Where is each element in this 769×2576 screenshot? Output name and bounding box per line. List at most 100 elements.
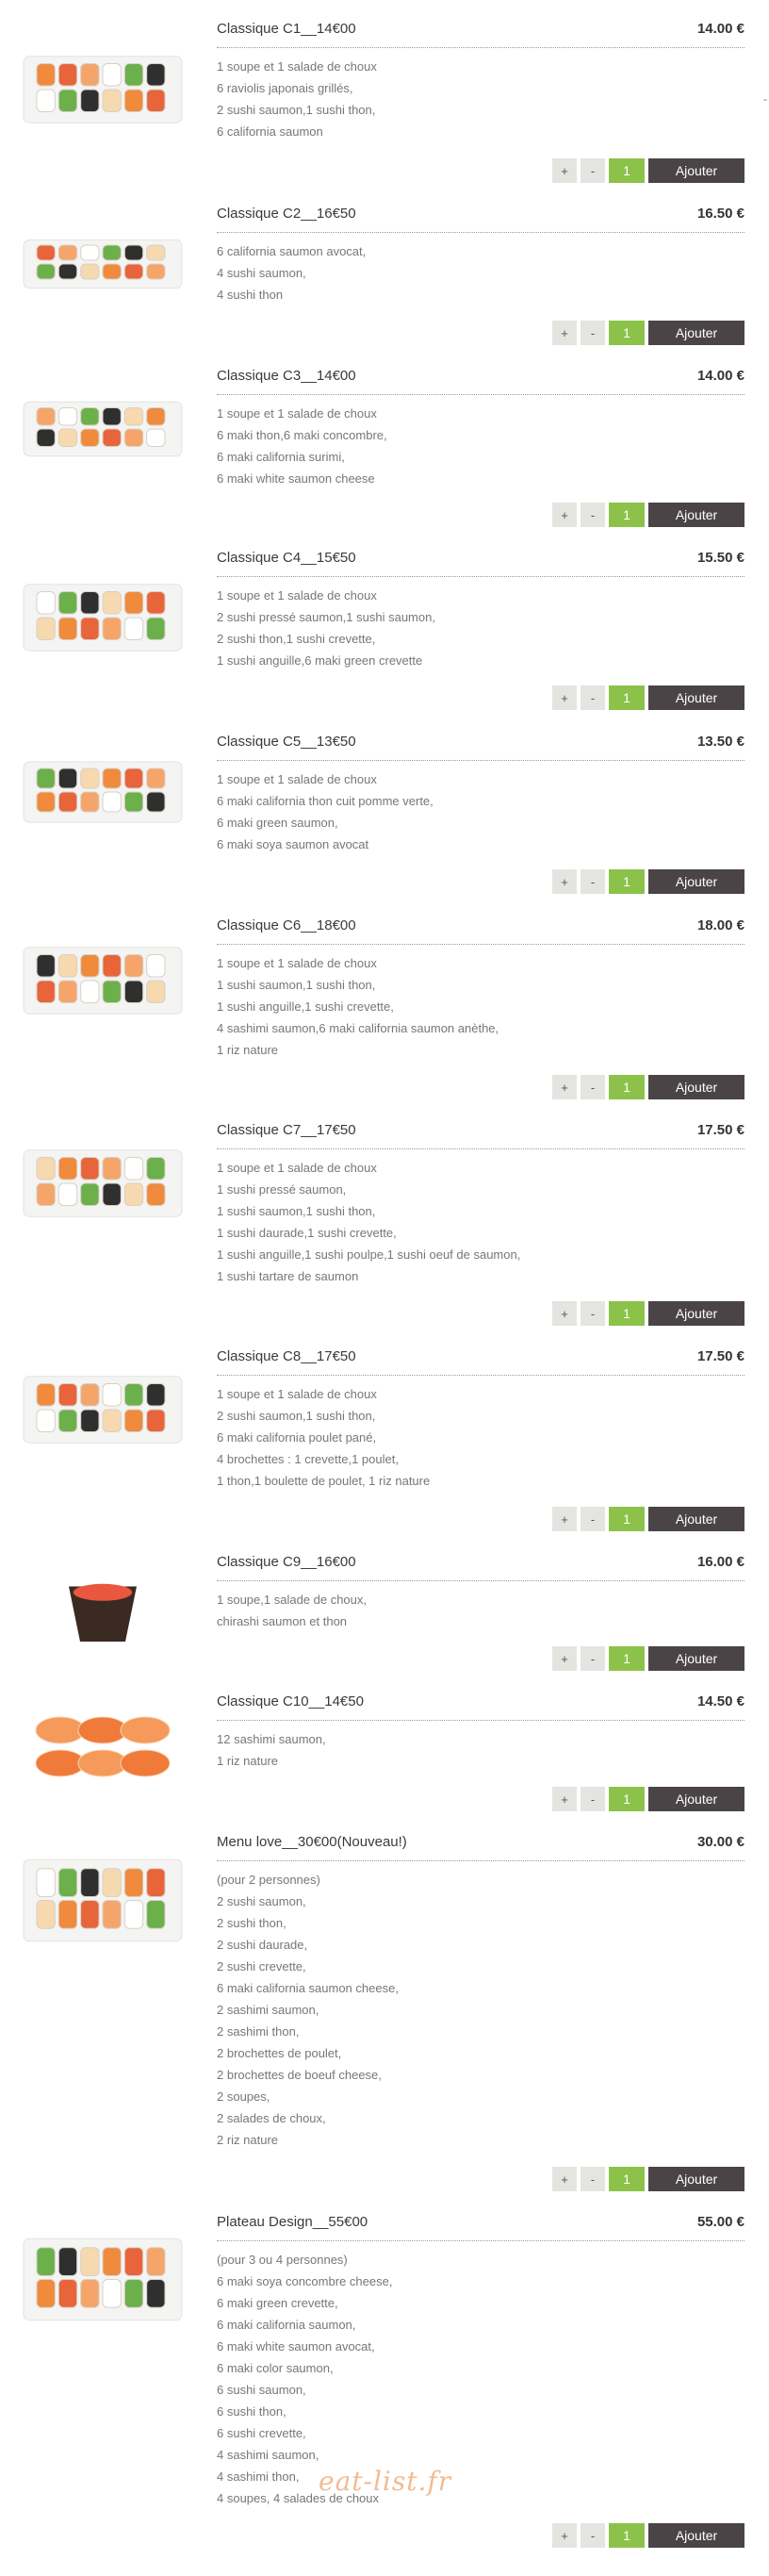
- sashimi-image[interactable]: [13, 1702, 192, 1792]
- item-title[interactable]: Classique C8__17€50: [217, 1348, 356, 1364]
- increment-button[interactable]: +: [552, 2167, 577, 2191]
- sushi-plate-image[interactable]: [13, 1131, 192, 1235]
- item-title[interactable]: Classique C1__14€00: [217, 21, 356, 37]
- item-description: 1 soupe et 1 salade de choux 2 sushi pres…: [217, 585, 744, 671]
- add-to-cart-button[interactable]: Ajouter: [648, 321, 744, 345]
- increment-button[interactable]: +: [552, 503, 577, 527]
- quantity-field[interactable]: 1: [609, 321, 645, 345]
- item-title[interactable]: Plateau Design__55€00: [217, 2214, 368, 2230]
- item-title[interactable]: Classique C2__16€50: [217, 206, 356, 222]
- quantity-field[interactable]: 1: [609, 2523, 645, 2548]
- sushi-plate-image[interactable]: [13, 566, 192, 669]
- decrement-button[interactable]: -: [581, 503, 605, 527]
- add-to-cart-button[interactable]: Ajouter: [648, 1787, 744, 1811]
- description-line: 6 maki white saumon cheese: [217, 471, 375, 486]
- description-line: 2 sushi daurade,: [217, 1938, 308, 1952]
- item-content: Classique C9__16€00 16.00 € 1 soupe,1 sala…: [217, 1554, 744, 1671]
- quantity-field[interactable]: 1: [609, 1075, 645, 1099]
- description-line: 1 sushi tartare de saumon: [217, 1269, 359, 1283]
- sushi-plate-image[interactable]: [13, 226, 192, 302]
- item-title[interactable]: Classique C6__18€00: [217, 917, 356, 933]
- add-to-cart-button[interactable]: Ajouter: [648, 869, 744, 894]
- decrement-button[interactable]: -: [581, 1301, 605, 1326]
- increment-button[interactable]: +: [552, 1646, 577, 1671]
- item-header: Classique C3__14€00 14.00 €: [217, 368, 744, 395]
- decrement-button[interactable]: -: [581, 2523, 605, 2548]
- item-price: 55.00 €: [696, 2214, 744, 2230]
- increment-button[interactable]: +: [552, 1507, 577, 1531]
- chirashi-bowl-image[interactable]: [13, 1565, 192, 1650]
- item-description: 12 sashimi saumon, 1 riz nature: [217, 1728, 744, 1772]
- quantity-field[interactable]: 1: [609, 158, 645, 183]
- item-title[interactable]: Menu love__30€00(Nouveau!): [217, 1834, 407, 1850]
- quantity-field[interactable]: 1: [609, 1507, 645, 1531]
- decrement-button[interactable]: -: [581, 1787, 605, 1811]
- sushi-plate-image[interactable]: [13, 38, 192, 141]
- item-header: Classique C8__17€50 17.50 €: [217, 1348, 744, 1376]
- quantity-field[interactable]: 1: [609, 1301, 645, 1326]
- item-title[interactable]: Classique C5__13€50: [217, 734, 356, 750]
- item-price: 17.50 €: [696, 1348, 744, 1364]
- item-title[interactable]: Classique C4__15€50: [217, 550, 356, 566]
- quantity-field[interactable]: 1: [609, 503, 645, 527]
- sushi-plate-image[interactable]: [13, 1358, 192, 1461]
- item-title[interactable]: Classique C7__17€50: [217, 1122, 356, 1138]
- add-to-cart-button[interactable]: Ajouter: [648, 2523, 744, 2548]
- add-to-cart-button[interactable]: Ajouter: [648, 2167, 744, 2191]
- item-title[interactable]: Classique C3__14€00: [217, 368, 356, 384]
- sushi-plate-image[interactable]: [13, 2216, 192, 2343]
- item-header: Classique C7__17€50 17.50 €: [217, 1122, 744, 1149]
- edge-mark: [763, 99, 767, 101]
- item-content: Classique C3__14€00 14.00 € 1 soupe et 1 s…: [217, 368, 744, 527]
- increment-button[interactable]: +: [552, 1075, 577, 1099]
- item-header: Classique C5__13€50 13.50 €: [217, 734, 744, 761]
- sushi-plate-image[interactable]: [13, 929, 192, 1032]
- quantity-field[interactable]: 1: [609, 1646, 645, 1671]
- item-title[interactable]: Classique C10__14€50: [217, 1693, 364, 1709]
- watermark: eat-list.fr: [319, 2466, 452, 2497]
- description-line: 1 riz nature: [217, 1754, 279, 1768]
- increment-button[interactable]: +: [552, 158, 577, 183]
- decrement-button[interactable]: -: [581, 158, 605, 183]
- item-price: 16.00 €: [696, 1554, 744, 1570]
- item-controls: + -1 Ajouter: [552, 2523, 744, 2548]
- decrement-button[interactable]: -: [581, 2167, 605, 2191]
- add-to-cart-button[interactable]: Ajouter: [648, 503, 744, 527]
- quantity-field[interactable]: 1: [609, 2167, 645, 2191]
- item-header: Classique C10__14€50 14.50 €: [217, 1693, 744, 1721]
- sushi-plate-image[interactable]: [13, 1837, 192, 1964]
- increment-button[interactable]: +: [552, 2523, 577, 2548]
- item-title[interactable]: Classique C9__16€00: [217, 1554, 356, 1570]
- quantity-field[interactable]: 1: [609, 869, 645, 894]
- item-controls: + -1 Ajouter: [552, 1507, 744, 1531]
- decrement-button[interactable]: -: [581, 1075, 605, 1099]
- item-price: 18.00 €: [696, 917, 744, 933]
- increment-button[interactable]: +: [552, 869, 577, 894]
- description-line: 6 maki green crevette,: [217, 2296, 338, 2310]
- decrement-button[interactable]: -: [581, 1507, 605, 1531]
- add-to-cart-button[interactable]: Ajouter: [648, 685, 744, 710]
- increment-button[interactable]: +: [552, 1787, 577, 1811]
- quantity-field[interactable]: 1: [609, 685, 645, 710]
- decrement-button[interactable]: -: [581, 321, 605, 345]
- decrement-button[interactable]: -: [581, 685, 605, 710]
- description-line: 1 sushi anguille,1 sushi poulpe,1 sushi …: [217, 1247, 521, 1262]
- increment-button[interactable]: +: [552, 685, 577, 710]
- quantity-field[interactable]: 1: [609, 1787, 645, 1811]
- add-to-cart-button[interactable]: Ajouter: [648, 1301, 744, 1326]
- add-to-cart-button[interactable]: Ajouter: [648, 1646, 744, 1671]
- description-line: 1 soupe et 1 salade de choux: [217, 588, 377, 603]
- description-line: 6 maki color saumon,: [217, 2361, 334, 2375]
- item-price: 17.50 €: [696, 1122, 744, 1138]
- description-line: 2 sushi saumon,1 sushi thon,: [217, 1409, 376, 1423]
- description-line: 2 sashimi thon,: [217, 2024, 300, 2039]
- decrement-button[interactable]: -: [581, 1646, 605, 1671]
- increment-button[interactable]: +: [552, 1301, 577, 1326]
- add-to-cart-button[interactable]: Ajouter: [648, 1507, 744, 1531]
- increment-button[interactable]: +: [552, 321, 577, 345]
- sushi-plate-image[interactable]: [13, 745, 192, 839]
- sushi-plate-image[interactable]: [13, 387, 192, 471]
- add-to-cart-button[interactable]: Ajouter: [648, 158, 744, 183]
- add-to-cart-button[interactable]: Ajouter: [648, 1075, 744, 1099]
- decrement-button[interactable]: -: [581, 869, 605, 894]
